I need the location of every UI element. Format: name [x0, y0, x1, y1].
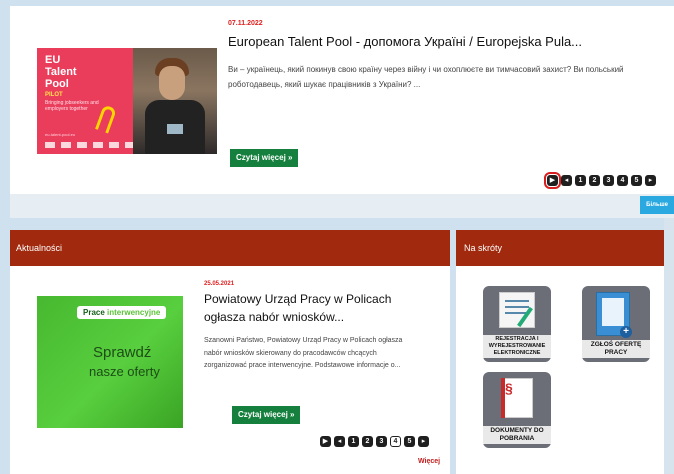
news-panel: Aktualności Prace interwencyjne Sprawdź … [10, 230, 450, 474]
prev-slide-button[interactable]: ◂ [561, 175, 572, 186]
prev-slide-button[interactable]: ◂ [334, 436, 345, 447]
slide-page-2[interactable]: 2 [589, 175, 600, 186]
document-sheet [602, 298, 624, 326]
image-tag-accent: interwencyjne [107, 308, 161, 317]
phone-icon [167, 124, 183, 134]
news-excerpt: Szanowni Państwo, Powiatowy Urząd Pracy … [204, 337, 403, 369]
shortcuts-panel: Na skróty REJESTRACJA I WYREJESTROWANIE … [456, 230, 674, 474]
more-tab[interactable]: Більше [640, 196, 674, 214]
person-face [159, 66, 185, 100]
image-tag-plain: Prace [83, 308, 108, 317]
next-slide-button[interactable]: ▸ [418, 436, 429, 447]
news-header: Aktualności [10, 230, 450, 266]
shortcut-documents[interactable]: § DOKUMENTY DO POBRANIA [483, 372, 551, 448]
slide-page-5[interactable]: 5 [404, 436, 415, 447]
slide-page-3[interactable]: 3 [376, 436, 387, 447]
news-read-more-button[interactable]: Czytaj więcej » [232, 406, 301, 424]
paragraph-sign-icon: § [505, 380, 513, 396]
news-more-link[interactable]: Więcej [418, 458, 440, 465]
slide-page-5[interactable]: 5 [631, 175, 642, 186]
featured-slider: EU Talent Pool PILOT Bringing jobseekers… [10, 6, 674, 194]
shortcuts-header: Na skróty [456, 230, 674, 266]
news-title-link[interactable]: Powiatowy Urząd Pracy w Policach ogłasza… [204, 290, 434, 326]
play-button[interactable]: ▶ [544, 172, 561, 189]
article-date: 07.11.2022 [228, 20, 263, 27]
prace-interwencyjne-image[interactable]: Prace interwencyjne Sprawdź nasze oferty [37, 296, 183, 428]
form-line [505, 300, 529, 302]
article-excerpt: Ви – українець, який покинув свою країну… [228, 65, 624, 89]
shortcut-label: DOKUMENTY DO POBRANIA [483, 426, 551, 444]
plus-icon: + [620, 326, 632, 338]
read-more-button[interactable]: Czytaj więcej » [230, 149, 299, 167]
image-url: eu-talent-pool.eu [45, 132, 76, 137]
eu-talent-pool-logo-text: EU Talent Pool [45, 54, 77, 90]
news-date: 25.05.2021 [204, 281, 235, 287]
partner-logos [45, 142, 135, 148]
slide-page-2[interactable]: 2 [362, 436, 373, 447]
image-tagline: Bringing jobseekers and employers togeth… [45, 100, 99, 112]
form-line [505, 306, 529, 308]
slide-page-3[interactable]: 3 [603, 175, 614, 186]
slider-pager: ▶ ◂ 1 2 3 4 5 ▸ [544, 172, 656, 189]
news-pager: ▶ ◂ 1 2 3 4 5 ▸ [320, 436, 429, 447]
image-subheadline: nasze oferty [89, 364, 160, 379]
article-title-link[interactable]: European Talent Pool - допомога Україні … [228, 34, 582, 49]
slider-footer-strip: Більше [10, 194, 674, 218]
slide-page-1[interactable]: 1 [575, 175, 586, 186]
eu-talent-pool-image[interactable]: EU Talent Pool PILOT Bringing jobseekers… [37, 48, 217, 154]
image-text-line: Pool [45, 78, 69, 90]
slide-page-1[interactable]: 1 [348, 436, 359, 447]
image-text-line: EU [45, 54, 61, 66]
shortcut-registration[interactable]: REJESTRACJA I WYREJESTROWANIE ELEKTRONIC… [483, 286, 551, 362]
slide-page-4-active[interactable]: 4 [390, 436, 401, 447]
page-edge [664, 218, 674, 474]
shortcut-label: ZGŁOŚ OFERTĘ PRACY [582, 340, 650, 358]
slide-page-4[interactable]: 4 [617, 175, 628, 186]
shortcut-label: REJESTRACJA I WYREJESTROWANIE ELEKTRONIC… [483, 335, 551, 358]
shortcut-job-offer[interactable]: + ZGŁOŚ OFERTĘ PRACY [582, 286, 650, 362]
image-headline: Sprawdź [93, 344, 152, 361]
image-tag: Prace interwencyjne [77, 306, 167, 319]
next-slide-button[interactable]: ▸ [645, 175, 656, 186]
image-text-line: Talent [45, 66, 77, 78]
pilot-label: PILOT [45, 92, 63, 98]
play-button[interactable]: ▶ [320, 436, 331, 447]
